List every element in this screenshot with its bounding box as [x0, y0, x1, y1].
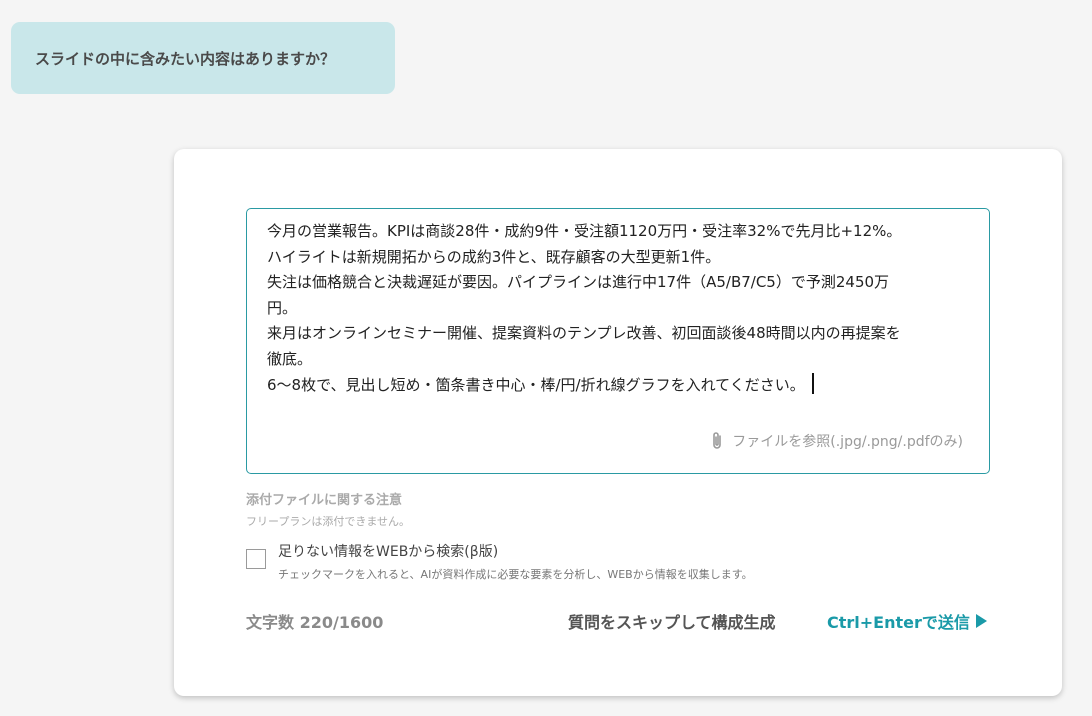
message-line: 今月の営業報告。KPIは商談28件・成約9件・受注額1120万円・受注率32%で…: [267, 222, 902, 240]
web-search-checkbox[interactable]: [246, 549, 266, 569]
message-line: ハイライトは新規開拓からの成約3件と、既存顧客の大型更新1件。: [267, 247, 721, 266]
attachment-note-text: フリープランは添付できません。: [246, 515, 411, 528]
web-search-description: チェックマークを入れると、AIが資料作成に必要な要素を分析し、WEBから情報を収…: [278, 568, 753, 581]
skip-questions-button[interactable]: 質問をスキップして構成生成: [568, 609, 776, 633]
message-textarea[interactable]: 今月の営業報告。KPIは商談28件・成約9件・受注額1120万円・受注率32%で…: [246, 208, 990, 474]
character-count: 文字数 220/1600: [246, 613, 384, 632]
play-icon: [975, 614, 987, 628]
page: スライドの中に含みたい内容はありますか？ 今月の営業報告。KPIは商談28件・成…: [0, 0, 1092, 716]
message-line: 徹底。: [267, 349, 313, 368]
message-line: 失注は価格競合と決裁遅延が要因。パイプラインは進行中17件（A5/B7/C5）で…: [267, 273, 890, 292]
composer-card: 今月の営業報告。KPIは商談28件・成約9件・受注額1120万円・受注率32%で…: [174, 149, 1062, 696]
message-line: 円。: [267, 298, 298, 317]
bot-message-bubble: スライドの中に含みたい内容はありますか？: [11, 22, 395, 94]
attach-file-button[interactable]: ファイルを参照(.jpg/.png/.pdfのみ): [710, 431, 963, 451]
paperclip-icon: [710, 431, 724, 451]
message-line: 来月はオンラインセミナー開催、提案資料のテンプレ改善、初回面談後48時間以内の再…: [267, 324, 901, 343]
send-button-label: Ctrl+Enterで送信: [827, 613, 970, 632]
message-line-last: 6〜8枚で、見出し短め・箇条書き中心・棒/円/折れ線グラフを入れてください。: [267, 372, 979, 399]
attach-file-label: ファイルを参照(.jpg/.png/.pdfのみ): [732, 434, 963, 450]
attachment-note-title: 添付ファイルに関する注意: [246, 493, 403, 508]
bot-message-text: スライドの中に含みたい内容はありますか？: [35, 49, 336, 68]
web-search-label[interactable]: 足りない情報をWEBから検索(β版): [278, 541, 498, 561]
text-caret: [811, 372, 814, 394]
message-text[interactable]: 今月の営業報告。KPIは商談28件・成約9件・受注額1120万円・受注率32%で…: [267, 219, 979, 398]
message-line: 6〜8枚で、見出し短め・箇条書き中心・棒/円/折れ線グラフを入れてください。: [267, 375, 805, 394]
send-button[interactable]: Ctrl+Enterで送信: [827, 609, 987, 633]
